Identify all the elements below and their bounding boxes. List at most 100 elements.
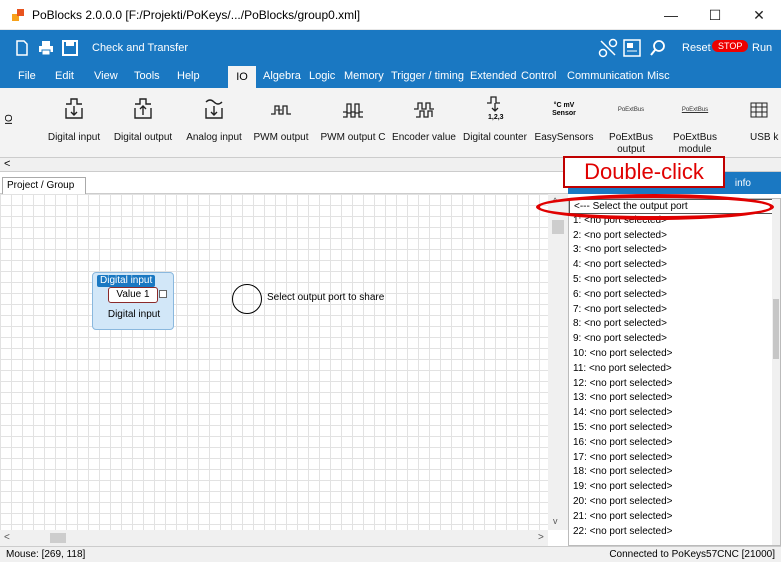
title-bar: PoBlocks 2.0.0.0 [F:/Projekti/PoKeys/...… <box>0 0 781 30</box>
scroll-right-icon[interactable]: > <box>538 532 544 543</box>
run-button[interactable]: Run <box>752 42 772 54</box>
tool-encoder-value[interactable]: Encoder value <box>392 88 456 158</box>
menu-help[interactable]: Help <box>177 70 200 82</box>
menu-bar: File Edit View Tools Help IO Algebra Log… <box>0 66 781 88</box>
tool-poextbus-module[interactable]: PoExtBus PoExtBus module <box>668 88 722 158</box>
pwm-output-c-icon <box>342 88 364 132</box>
mouse-position: Mouse: [269, 118] <box>6 549 86 560</box>
toolbar-side-label: IO <box>3 114 15 125</box>
tab-extended[interactable]: Extended <box>470 70 516 82</box>
search-icon[interactable] <box>648 38 668 58</box>
list-item[interactable]: 11: <no port selected> <box>569 362 780 377</box>
usb-keyboard-icon <box>750 88 768 132</box>
connect-icon[interactable] <box>598 38 618 58</box>
stop-button[interactable]: STOP <box>712 40 749 52</box>
list-item[interactable]: 17: <no port selected> <box>569 451 780 466</box>
close-button[interactable]: ✕ <box>737 0 781 30</box>
digital-input-block[interactable]: Digital input Value 1 Digital input <box>92 272 174 330</box>
list-item[interactable]: 6: <no port selected> <box>569 288 780 303</box>
list-item[interactable]: 15: <no port selected> <box>569 421 780 436</box>
highlight-ellipse <box>536 194 774 220</box>
app-logo-icon <box>12 8 24 21</box>
tool-digital-output[interactable]: Digital output <box>110 88 176 158</box>
output-port-circle[interactable] <box>232 284 262 314</box>
reset-button[interactable]: Reset <box>682 42 711 54</box>
list-item[interactable]: 3: <no port selected> <box>569 243 780 258</box>
list-item[interactable]: 9: <no port selected> <box>569 332 780 347</box>
list-item[interactable]: 2: <no port selected> <box>569 229 780 244</box>
double-click-annotation: Double-click <box>563 156 725 188</box>
menu-file[interactable]: File <box>18 70 36 82</box>
list-item[interactable]: 8: <no port selected> <box>569 317 780 332</box>
scroll-thumb[interactable] <box>552 220 564 234</box>
scroll-left-icon[interactable]: < <box>4 532 10 543</box>
window-title: PoBlocks 2.0.0.0 [F:/Projekti/PoKeys/...… <box>32 7 361 22</box>
scroll-thumb[interactable] <box>50 533 66 543</box>
tab-misc[interactable]: Misc <box>647 70 670 82</box>
list-item[interactable]: 12: <no port selected> <box>569 377 780 392</box>
list-scrollbar[interactable] <box>772 199 780 545</box>
output-port-list[interactable]: <--- Select the output port 1: <no port s… <box>568 198 781 546</box>
block-title: Digital input <box>97 275 156 287</box>
canvas-vertical-scrollbar[interactable]: ^ v <box>548 194 568 530</box>
list-item[interactable]: 20: <no port selected> <box>569 495 780 510</box>
list-item[interactable]: 5: <no port selected> <box>569 273 780 288</box>
tab-trigger-timing[interactable]: Trigger / timing <box>391 70 464 82</box>
tool-easysensors[interactable]: °C mV Sensor EasySensors <box>534 88 594 158</box>
poextbus-module-icon: PoExtBus <box>681 107 709 113</box>
connection-status: Connected to PoKeys57CNC [21000] <box>609 549 775 560</box>
list-item[interactable]: 7: <no port selected> <box>569 303 780 318</box>
tool-digital-counter[interactable]: 1,2,3 Digital counter <box>462 88 528 158</box>
list-item[interactable]: 19: <no port selected> <box>569 480 780 495</box>
menu-view[interactable]: View <box>94 70 118 82</box>
tool-pwm-output-c[interactable]: PWM output C <box>320 88 386 158</box>
digital-output-icon <box>133 88 153 132</box>
minimize-button[interactable]: — <box>649 0 693 30</box>
tool-poextbus-output[interactable]: PoExtBus PoExtBus output <box>604 88 658 158</box>
scroll-left-arrow-icon[interactable]: < <box>4 158 10 170</box>
project-header: Project / Group <box>0 172 568 194</box>
list-item[interactable]: 14: <no port selected> <box>569 406 780 421</box>
save-icon[interactable] <box>60 38 80 58</box>
new-file-icon[interactable] <box>12 38 32 58</box>
tab-io[interactable]: IO <box>228 66 256 88</box>
list-item[interactable]: 10: <no port selected> <box>569 347 780 362</box>
list-item[interactable]: 22: <no port selected> <box>569 525 780 540</box>
canvas-horizontal-scrollbar[interactable]: < > <box>0 530 548 546</box>
block-output-port[interactable] <box>159 290 167 298</box>
digital-counter-icon: 1,2,3 <box>485 88 505 132</box>
block-value[interactable]: Value 1 <box>108 287 158 303</box>
list-item[interactable]: 21: <no port selected> <box>569 510 780 525</box>
menu-edit[interactable]: Edit <box>55 70 74 82</box>
monitor-icon[interactable] <box>622 38 642 58</box>
block-toolbar: IO Digital input Digital output Analog i… <box>0 88 781 158</box>
digital-input-icon <box>64 88 84 132</box>
tool-pwm-output[interactable]: PWM output <box>252 88 310 158</box>
print-icon[interactable] <box>36 38 56 58</box>
check-transfer-button[interactable]: Check and Transfer <box>92 42 188 54</box>
output-port-label: Select output port to share <box>267 292 385 303</box>
block-subtitle: Digital input <box>107 309 161 320</box>
tab-algebra[interactable]: Algebra <box>263 70 301 82</box>
list-item[interactable]: 13: <no port selected> <box>569 391 780 406</box>
list-item[interactable]: 4: <no port selected> <box>569 258 780 273</box>
tab-control[interactable]: Control <box>521 70 556 82</box>
pwm-output-icon <box>270 88 292 132</box>
analog-input-icon <box>204 88 224 132</box>
tab-logic[interactable]: Logic <box>309 70 335 82</box>
tool-analog-input[interactable]: Analog input <box>183 88 245 158</box>
tool-usb-keyboard[interactable]: USB k <box>750 88 780 158</box>
scroll-down-arrow-icon[interactable]: v <box>553 516 558 526</box>
tab-project-group[interactable]: Project / Group <box>2 177 86 194</box>
list-item[interactable]: 18: <no port selected> <box>569 465 780 480</box>
ribbon-toolbar: Check and Transfer Reset STOP Run <box>0 30 781 66</box>
tool-digital-input[interactable]: Digital input <box>44 88 104 158</box>
maximize-button[interactable]: ☐ <box>693 0 737 30</box>
menu-tools[interactable]: Tools <box>134 70 160 82</box>
tab-communication[interactable]: Communication <box>567 70 643 82</box>
project-canvas[interactable] <box>0 194 548 530</box>
list-item[interactable]: 16: <no port selected> <box>569 436 780 451</box>
easysensors-icon: °C mV Sensor <box>552 102 576 117</box>
poextbus-icon: PoExtBus <box>617 107 645 113</box>
tab-memory[interactable]: Memory <box>344 70 384 82</box>
